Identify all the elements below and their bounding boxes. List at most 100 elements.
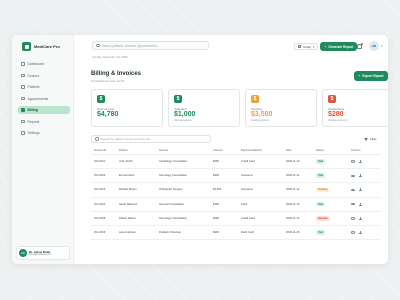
plus-icon: + <box>324 43 327 49</box>
status-badge: Paid <box>316 173 326 179</box>
table-row[interactable]: INV-2403 Michael Brown Orthopedic Surgery $… <box>91 183 381 198</box>
status-badge: Paid <box>316 201 326 207</box>
global-search[interactable]: Search patients, doctors, appointments..… <box>92 41 209 50</box>
card-value: $280 <box>328 111 344 118</box>
app-logo[interactable]: MediCare Pro <box>22 42 60 51</box>
download-icon[interactable] <box>359 188 362 192</box>
cell-actions <box>351 231 381 235</box>
column-header: Amount <box>213 149 223 152</box>
filter-button[interactable]: Filter <box>364 137 377 141</box>
generate-report-button[interactable]: + Generate Report <box>320 42 358 51</box>
card-note: Awaiting payment <box>251 120 270 122</box>
cell-method: Cash <box>241 202 248 206</box>
search-input[interactable]: Search patients, doctors, appointments..… <box>102 44 160 48</box>
cell-date: 2025-11-15 <box>286 231 300 235</box>
dollar-icon: $ <box>97 95 105 103</box>
current-date: Sunday, November 16, 2025 <box>92 55 128 59</box>
view-icon[interactable] <box>351 160 355 163</box>
download-icon[interactable] <box>359 202 362 206</box>
table-row[interactable]: INV-2401 John Smith Cardiology Consultatio… <box>91 155 381 170</box>
cell-status: Paid <box>316 159 351 164</box>
download-icon[interactable] <box>359 216 362 220</box>
cell-actions <box>351 174 381 178</box>
export-report-button[interactable]: + Export Report <box>354 71 388 81</box>
cell-id: INV-2401 <box>94 160 106 164</box>
download-icon[interactable] <box>359 174 362 178</box>
summary-card-pending: $ Pending $3,500 Awaiting payment <box>245 89 317 127</box>
sidebar-item-appointments[interactable]: Appointments <box>18 95 70 103</box>
column-header: Invoice ID <box>94 149 107 152</box>
table-search-input[interactable]: Search by patient name or invoice ID... <box>101 137 153 141</box>
cell-method: Credit Card <box>241 216 255 220</box>
view-icon[interactable] <box>351 188 355 192</box>
sidebar-item-settings[interactable]: Settings <box>18 129 70 137</box>
cell-amount: $300 <box>213 231 219 235</box>
search-icon <box>96 43 100 48</box>
sidebar-item-label: Appointments <box>27 96 49 101</box>
cell-service: Pediatric Checkup <box>159 231 181 235</box>
status-badge: Paid <box>316 230 326 235</box>
status-badge: Pending <box>316 187 330 193</box>
table-row[interactable]: INV-2402 Emma Davis Neurology Consultation… <box>91 169 381 184</box>
cell-actions <box>351 160 381 164</box>
sidebar-item-patients[interactable]: Patients <box>18 83 70 91</box>
page-subtitle: 6 transactions this month <box>91 79 125 83</box>
user-card[interactable]: AD Dr. Azhar Dabir azhar@medicare.com <box>16 246 70 260</box>
sidebar-item-label: Billing <box>27 108 38 112</box>
view-icon[interactable] <box>351 202 355 206</box>
column-header: Payment Method <box>241 149 262 152</box>
view-icon[interactable] <box>351 217 355 220</box>
sidebar-item-reports[interactable]: Reports <box>18 118 70 126</box>
cell-method: Credit Card <box>241 160 255 164</box>
view-icon[interactable] <box>351 174 355 177</box>
main-content: Search patients, doctors, appointments..… <box>74 35 388 264</box>
cell-date: 2025-11-12 <box>286 188 300 192</box>
cell-date: 2025-11-13 <box>286 202 300 206</box>
generate-report-label: Generate Report <box>328 44 354 49</box>
cell-amount: $150 <box>213 202 219 206</box>
download-icon[interactable] <box>359 160 362 164</box>
cell-amount: $250 <box>213 160 219 164</box>
cell-status: Paid <box>316 230 351 235</box>
cell-id: INV-2404 <box>94 202 106 206</box>
sidebar-item-label: Doctors <box>27 73 40 78</box>
search-icon <box>95 137 99 141</box>
calendar-icon <box>298 45 301 48</box>
table-row[interactable]: INV-2404 Sarah Martinez General Consultati… <box>91 198 381 212</box>
billing-icon <box>21 108 25 112</box>
chevron-down-icon[interactable]: ▾ <box>381 44 382 48</box>
logo-icon <box>22 42 31 51</box>
sidebar-item-dashboard[interactable]: Dashboard <box>18 60 70 68</box>
table-body: INV-2401 John Smith Cardiology Consultatio… <box>91 155 381 241</box>
column-header: Patient <box>119 149 128 152</box>
card-note: Paid transactions <box>174 120 192 122</box>
view-icon[interactable] <box>351 231 355 234</box>
today-dropdown[interactable]: Today ▾ <box>294 43 319 50</box>
status-badge: Paid <box>316 159 326 164</box>
table-header: Invoice ID Patient Service Amount Payment Me… <box>91 147 381 155</box>
card-value: $1,000 <box>174 111 196 118</box>
download-icon[interactable] <box>359 231 362 235</box>
cell-service: Neurology Consultation <box>159 174 187 178</box>
cell-method: Insurance <box>241 174 253 178</box>
sidebar-item-label: Settings <box>27 131 40 135</box>
column-header: Actions <box>351 149 361 152</box>
user-email: azhar@medicare.com <box>29 254 52 256</box>
table-search[interactable]: Search by patient name or invoice ID... <box>91 135 211 143</box>
app-window: MediCare Pro Dashboard Doctors Patients App… <box>12 35 388 264</box>
summary-card-outstanding: $ Outstanding $280 Overdue payments <box>322 89 388 127</box>
filter-label: Filter <box>370 137 377 141</box>
cell-status: Pending <box>316 187 351 193</box>
table-row[interactable]: INV-2405 Robert Wilson Neurology Consultat… <box>91 212 381 226</box>
sidebar-item-doctors[interactable]: Doctors <box>18 72 70 80</box>
column-header: Service <box>159 149 169 152</box>
table-row[interactable]: INV-2406 Lisa Anderson Pediatric Checkup $3… <box>91 226 381 241</box>
cell-date: 2025-11-11 <box>286 174 300 178</box>
sidebar-item-label: Reports <box>27 119 40 124</box>
sidebar-item-billing[interactable]: Billing <box>18 106 70 114</box>
summary-cards: $ Total Income $4,780 $ Collected $1,000 Paid … <box>91 89 388 127</box>
avatar[interactable]: AD <box>369 41 379 51</box>
column-header: Date <box>286 149 292 152</box>
cell-patient: John Smith <box>119 160 133 164</box>
app-name: MediCare Pro <box>34 44 60 49</box>
